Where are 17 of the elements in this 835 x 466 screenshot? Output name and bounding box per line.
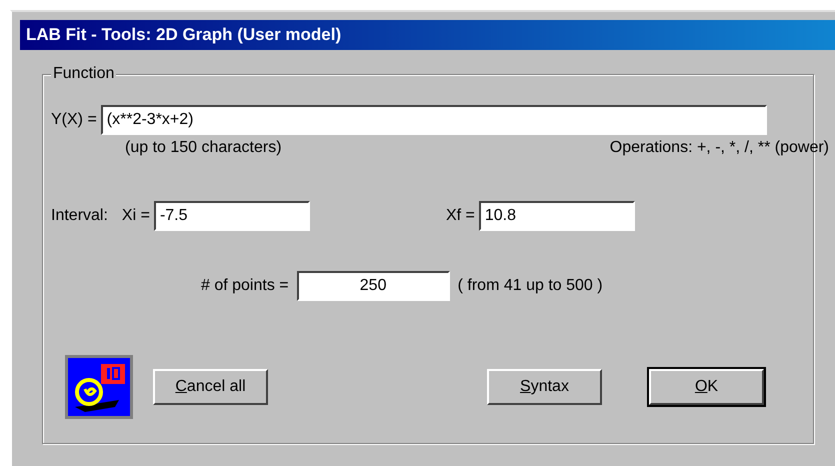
dialog-button[interactable]: OK bbox=[649, 369, 764, 405]
function-input-field[interactable]: (x**2-3*x+2) bbox=[100, 105, 767, 135]
length-hint: (up to 150 characters) bbox=[125, 139, 282, 157]
points-label: # of points = bbox=[201, 277, 289, 295]
points-input-field[interactable]: 250 bbox=[296, 271, 450, 301]
function-label: Y(X) = bbox=[51, 111, 97, 129]
app-logo-icon bbox=[65, 355, 133, 419]
operations-hint: Operations: +, -, *, /, ** (power) bbox=[610, 139, 829, 157]
xf-input-field[interactable]: 10.8 bbox=[478, 201, 635, 231]
window-title: LAB Fit - Tools: 2D Graph (User model) bbox=[26, 25, 342, 45]
interval-label: Interval: bbox=[51, 207, 108, 225]
dialog-button[interactable]: Cancel all bbox=[153, 369, 268, 405]
xi-label: Xi = bbox=[122, 207, 150, 225]
xi-input-field[interactable]: -7.5 bbox=[154, 201, 310, 231]
xf-label: Xf = bbox=[446, 207, 475, 225]
dialog-button[interactable]: Syntax bbox=[487, 369, 602, 405]
points-range: ( from 41 up to 500 ) bbox=[458, 277, 603, 295]
